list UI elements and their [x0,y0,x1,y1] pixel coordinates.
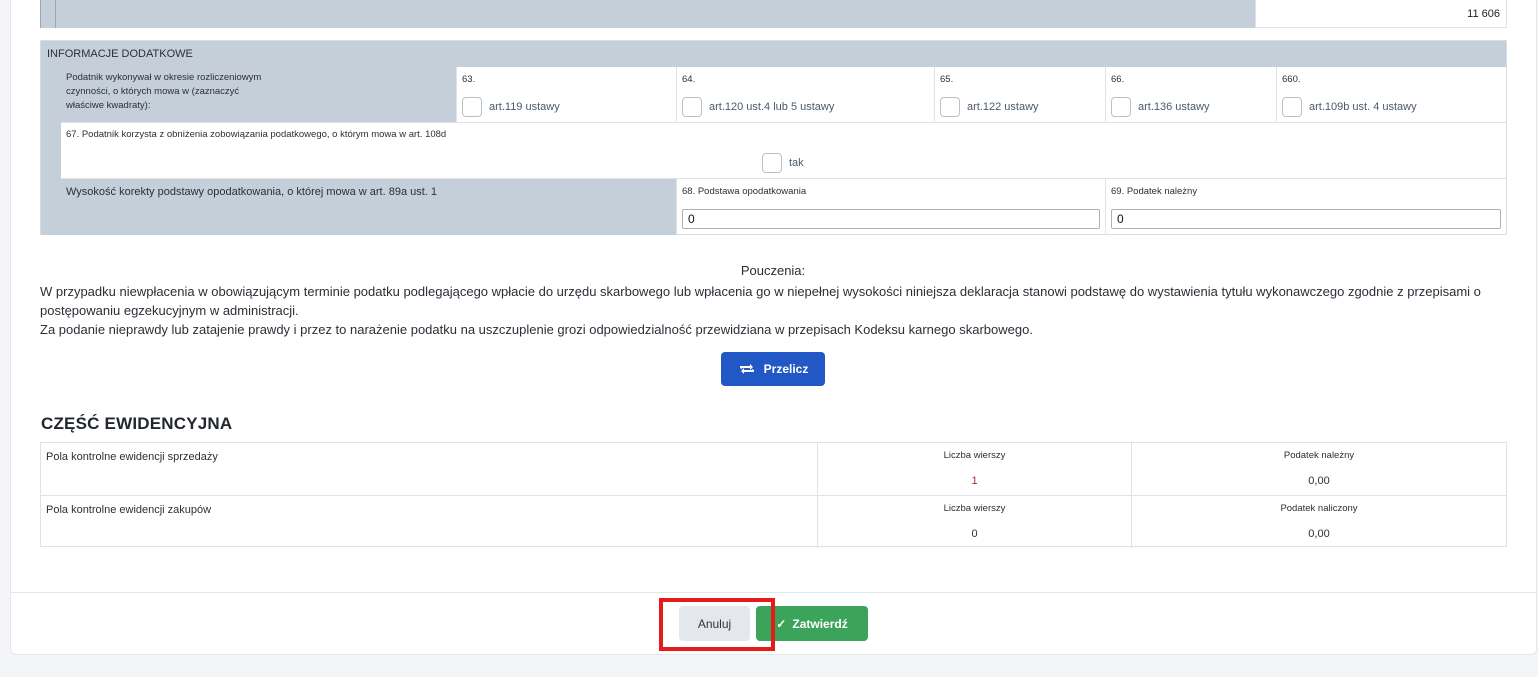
reduction-label: 67. Podatnik korzysta z obniżenia zobowi… [66,129,447,140]
recalculate-label: Przelicz [763,362,809,376]
count-value: 1 [971,475,978,487]
checkbox-cell-66: 66. art.136 ustawy [1106,67,1277,123]
tax-sum-cell: Podatek naliczony 0,00 [1132,496,1506,548]
summary-row-value: 11 606 [1255,0,1507,28]
records-table: Pola kontrolne ewidencji sprzedaży Liczb… [40,442,1507,548]
checkbox-label: art.120 ust.4 lub 5 ustawy [709,101,835,113]
checkbox-label: art.122 ustawy [967,101,1039,113]
checkbox-art136[interactable] [1111,97,1131,117]
base-label: 68. Podstawa opodatkowania [682,186,807,197]
checkbox-cell-660: 660. art.109b ust. 4 ustawy [1277,67,1507,123]
field-number: 66. [1111,74,1125,85]
checkbox-label: tak [789,157,804,169]
recalculate-button[interactable]: Przelicz [721,352,825,386]
footer-divider [10,592,1537,593]
tax-base-input[interactable] [682,209,1100,229]
tax-label: 69. Podatek należny [1111,186,1198,197]
checkbox-label: art.109b ust. 4 ustawy [1309,101,1417,113]
instructions-line-2: Za podanie nieprawdy lub zatajenie prawd… [40,322,1033,337]
checkbox-label: art.136 ustawy [1138,101,1210,113]
tax-value: 0,00 [1308,528,1330,540]
count-cell: Liczba wierszy 0 [818,496,1132,548]
instructions-text: W przypadku niewpłacenia w obowiązującym… [40,282,1530,339]
count-value: 0 [971,528,978,540]
row-label: Pola kontrolne ewidencji zakupów [41,496,818,548]
checkbox-art122[interactable] [940,97,960,117]
row-label: Pola kontrolne ewidencji sprzedaży [41,443,818,495]
field-number: 660. [1282,74,1301,85]
summary-row: 11 606 [40,0,1507,28]
field-number: 65. [940,74,954,85]
summary-row-label-cell [40,0,1255,28]
correction-label: Wysokość korekty podstawy opodatkowania,… [66,186,438,198]
confirm-label: Zatwierdź [792,616,848,631]
activity-label-cell: Podatnik wykonywał w okresie rozliczenio… [61,67,457,123]
checkbox-label: art.119 ustawy [489,101,560,113]
confirm-button[interactable]: ✓ Zatwierdź [756,606,868,641]
tax-header: Podatek naliczony [1280,503,1358,514]
additional-info-header: INFORMACJE DODATKOWE [41,41,1506,67]
field-number: 63. [462,74,476,85]
count-header: Liczba wierszy [943,450,1006,461]
cancel-button[interactable]: Anuluj [679,606,750,641]
checkbox-cell-64: 64. art.120 ust.4 lub 5 ustawy [677,67,935,123]
instructions-title: Pouczenia: [740,263,806,278]
checkmark-icon: ✓ [776,616,787,631]
tax-sum-cell: Podatek należny 0,00 [1132,443,1506,495]
table-row: Pola kontrolne ewidencji zakupów Liczba … [41,495,1506,548]
records-section-title: CZĘŚĆ EWIDENCYJNA [41,414,233,433]
checkbox-cell-65: 65. art.122 ustawy [935,67,1106,123]
checkbox-reduction-tak[interactable] [762,153,782,173]
checkbox-cell-63: 63. art.119 ustawy [457,67,677,123]
checkbox-art109b[interactable] [1282,97,1302,117]
checkbox-art119[interactable] [462,97,482,117]
refresh-icon [739,364,754,374]
reduction-cell: 67. Podatnik korzysta z obniżenia zobowi… [61,123,1507,179]
tax-cell: 69. Podatek należny [1106,179,1507,235]
activity-label: Podatnik wykonywał w okresie rozliczenio… [66,72,262,111]
tax-header: Podatek należny [1283,450,1355,461]
correction-label-cell: Wysokość korekty podstawy opodatkowania,… [61,179,677,235]
field-number: 64. [682,74,696,85]
instructions-line-1: W przypadku niewpłacenia w obowiązującym… [40,284,1481,318]
base-cell: 68. Podstawa opodatkowania [677,179,1106,235]
count-header: Liczba wierszy [943,503,1006,514]
tax-value: 0,00 [1308,475,1330,487]
checkbox-art120[interactable] [682,97,702,117]
count-cell: Liczba wierszy 1 [818,443,1132,495]
additional-info-section: INFORMACJE DODATKOWE Podatnik wykonywał … [40,40,1507,235]
table-row: Pola kontrolne ewidencji sprzedaży Liczb… [41,443,1506,495]
section-indent-strip [41,67,61,235]
tax-due-input[interactable] [1111,209,1501,229]
